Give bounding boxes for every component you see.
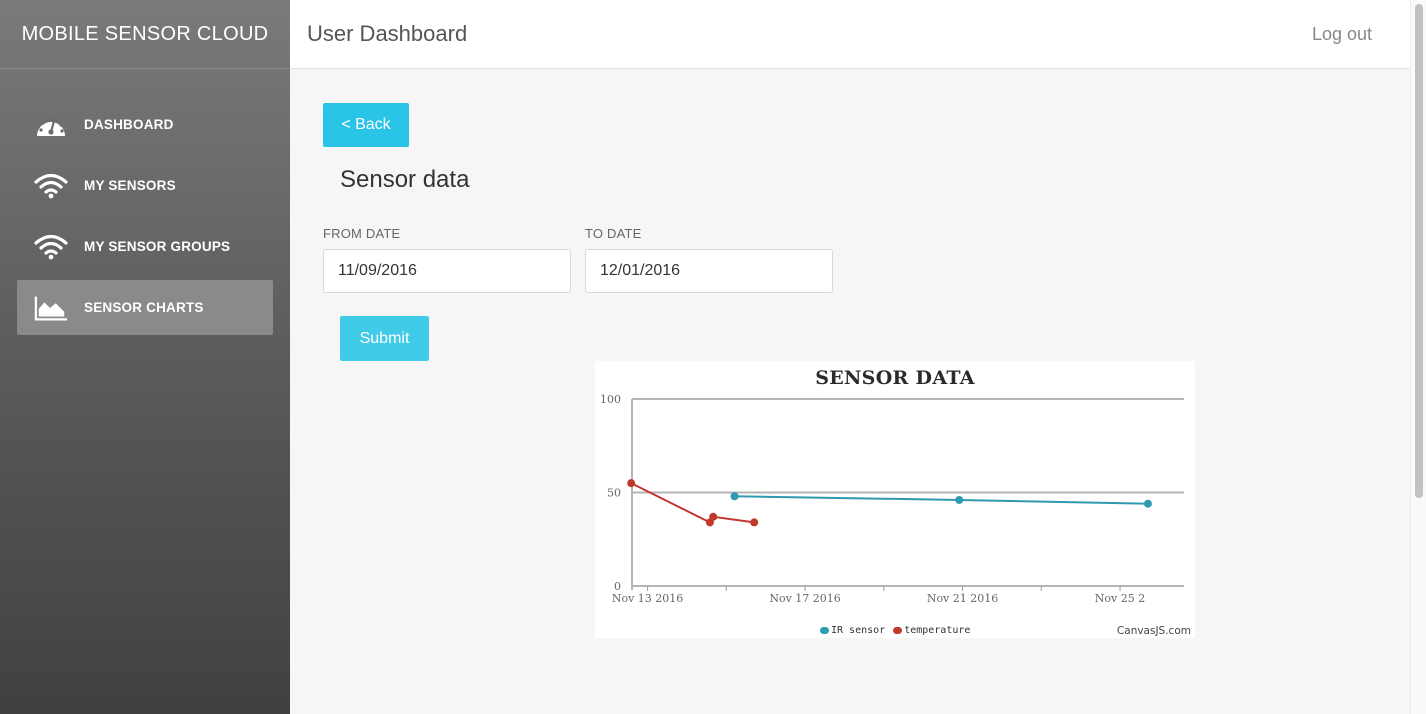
brand-title: MOBILE SENSOR CLOUD <box>0 0 290 69</box>
series-line <box>630 482 755 524</box>
data-point <box>750 518 759 527</box>
legend-label: IR sensor <box>831 625 886 636</box>
from-date-label: FROM DATE <box>323 226 401 241</box>
sensor-chart: SENSOR DATA 0 50 100 Nov 13 2016 Nov 17 2016… <box>595 361 1195 638</box>
legend-item-ir-sensor[interactable]: IR sensor <box>820 625 885 636</box>
legend-marker <box>820 627 829 634</box>
sidebar-item-label: MY SENSOR GROUPS <box>84 239 231 254</box>
legend-label: temperature <box>904 625 971 636</box>
to-date-label: TO DATE <box>585 226 642 241</box>
to-date-input[interactable] <box>585 249 833 293</box>
sidebar-item-label: DASHBOARD <box>84 117 174 132</box>
vertical-scrollbar[interactable] <box>1410 0 1426 714</box>
wifi-icon <box>34 171 68 201</box>
sidebar-item-sensor-charts[interactable]: SENSOR CHARTS <box>17 280 273 335</box>
from-date-input[interactable] <box>323 249 571 293</box>
data-point <box>1143 499 1152 508</box>
sidebar-item-dashboard[interactable]: DASHBOARD <box>17 97 273 152</box>
sidebar: MOBILE SENSOR CLOUD DASHBOARD MY SENSORS… <box>0 0 290 714</box>
section-title: Sensor data <box>340 166 470 193</box>
legend-item-temperature[interactable]: temperature <box>893 625 970 636</box>
sidebar-item-my-sensor-groups[interactable]: MY SENSOR GROUPS <box>17 219 273 274</box>
submit-button[interactable]: Submit <box>340 316 429 361</box>
data-point <box>627 479 636 488</box>
x-tick-label: Nov 21 2016 <box>927 592 998 605</box>
wifi-icon <box>34 232 68 262</box>
x-tick-label: Nov 17 2016 <box>769 592 840 605</box>
sidebar-nav: DASHBOARD MY SENSORS MY SENSOR GROUPS SE… <box>0 69 290 335</box>
chart-credit[interactable]: CanvasJS.com <box>1117 625 1191 637</box>
data-point <box>730 492 739 501</box>
data-point <box>709 512 718 521</box>
x-tick-label: Nov 25 2 <box>1095 592 1145 605</box>
page-title: User Dashboard <box>307 21 468 46</box>
sidebar-item-label: SENSOR CHARTS <box>84 300 204 315</box>
top-bar: User Dashboard Log out <box>290 0 1410 69</box>
sidebar-item-my-sensors[interactable]: MY SENSORS <box>17 158 273 213</box>
sidebar-item-label: MY SENSORS <box>84 178 176 193</box>
chart-legend: IR sensor temperature <box>820 625 978 636</box>
y-tick-label: 50 <box>607 487 621 500</box>
y-tick-label: 100 <box>600 393 621 406</box>
series-line <box>734 495 1148 505</box>
dashboard-gauge-icon <box>34 110 68 140</box>
logout-link[interactable]: Log out <box>1312 24 1410 45</box>
back-button[interactable]: < Back <box>323 103 409 147</box>
scrollbar-thumb[interactable] <box>1415 4 1423 498</box>
chart-plot: 050100Nov 13 2016 Nov 17 2016 Nov 21 2016 N… <box>600 393 1184 605</box>
area-chart-icon <box>34 293 68 323</box>
data-point <box>955 495 964 504</box>
legend-marker <box>893 627 903 634</box>
x-tick-label: Nov 13 2016 <box>612 592 683 605</box>
